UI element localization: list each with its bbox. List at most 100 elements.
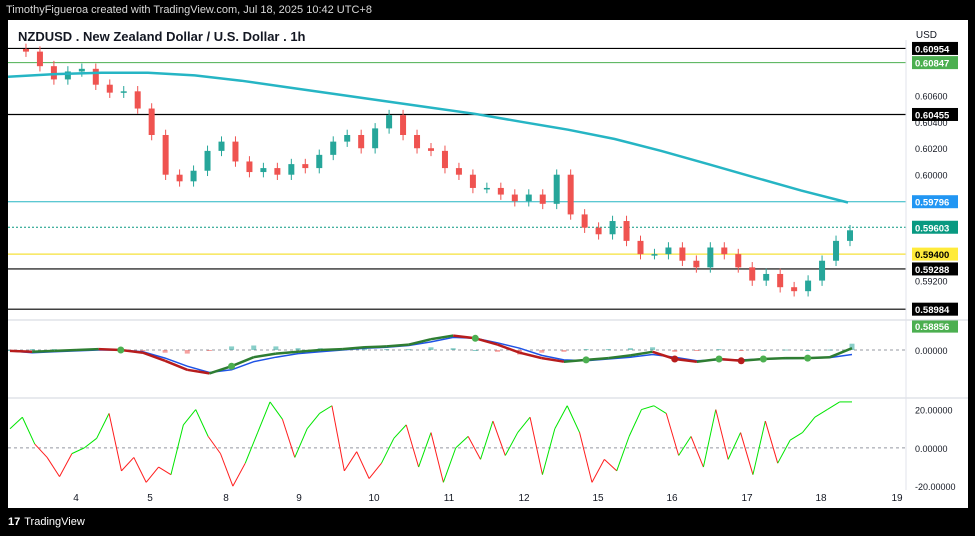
macd-line-segment bbox=[54, 348, 77, 353]
candle-body bbox=[497, 187, 504, 195]
price-label-text: 0.60954 bbox=[915, 44, 950, 55]
candle-body bbox=[637, 240, 644, 255]
candle-body bbox=[36, 51, 43, 67]
candle-body bbox=[553, 174, 560, 204]
macd-histogram-bar bbox=[650, 347, 656, 350]
candle-body bbox=[120, 91, 127, 93]
oscillator-tick-label: -20.00000 bbox=[915, 482, 956, 492]
oscillator-line-segment bbox=[356, 451, 370, 479]
price-label-text: 0.60455 bbox=[915, 110, 950, 121]
macd-crossover-dot bbox=[715, 355, 723, 363]
macd-histogram-bar bbox=[450, 348, 456, 350]
oscillator-line-segment bbox=[306, 413, 320, 430]
oscillator-line-segment bbox=[665, 413, 680, 456]
candle-body bbox=[455, 168, 462, 175]
x-tick-label: 19 bbox=[891, 493, 903, 504]
macd-crossover-dot bbox=[582, 356, 590, 364]
macd-signal-line bbox=[9, 336, 853, 374]
oscillator-line-segment bbox=[814, 409, 828, 418]
macd-line-segment bbox=[76, 347, 99, 352]
oscillator-line-segment bbox=[381, 438, 395, 464]
oscillator-line-segment bbox=[653, 405, 667, 414]
oscillator-line-segment bbox=[232, 462, 246, 487]
candle-body bbox=[749, 267, 756, 281]
price-label-text: 0.59400 bbox=[915, 250, 949, 261]
tradingview-logo[interactable]: 17 TradingView bbox=[8, 516, 85, 528]
oscillator-line-segment bbox=[628, 409, 642, 437]
price-label-text: 0.60847 bbox=[915, 59, 949, 70]
candle-body bbox=[218, 141, 225, 151]
candle-body bbox=[414, 135, 421, 149]
oscillator-line-segment bbox=[702, 409, 717, 468]
oscillator-line-segment bbox=[34, 443, 48, 458]
oscillator-line-segment bbox=[504, 432, 519, 456]
moving-average-line bbox=[8, 71, 849, 204]
macd-histogram-bar bbox=[805, 350, 811, 351]
oscillator-line-segment bbox=[480, 420, 494, 460]
macd-line-segment bbox=[32, 349, 55, 354]
price-label-text: 0.58856 bbox=[915, 322, 949, 333]
x-tick-label: 16 bbox=[666, 493, 678, 504]
oscillator-line-segment bbox=[294, 428, 308, 458]
oscillator-line-segment bbox=[715, 409, 729, 460]
price-label-text: 0.59796 bbox=[915, 198, 949, 209]
candle-body bbox=[372, 128, 379, 149]
oscillator-line-segment bbox=[430, 432, 444, 483]
candle-body bbox=[232, 141, 239, 162]
chart-svg: 0.606000.604000.602000.600000.592000.609… bbox=[8, 40, 968, 504]
macd-histogram-bar bbox=[583, 349, 589, 351]
candle-body bbox=[386, 115, 393, 129]
candle-body bbox=[344, 135, 351, 142]
macd-line-segment bbox=[320, 347, 343, 352]
chart-area[interactable]: NZDUSD . New Zealand Dollar / U.S. Dolla… bbox=[8, 20, 968, 508]
macd-histogram-bar bbox=[29, 349, 35, 351]
oscillator-line-segment bbox=[269, 401, 283, 420]
candle-body bbox=[176, 174, 183, 182]
candle-body bbox=[246, 161, 253, 173]
candle-body bbox=[609, 221, 616, 235]
candle-body bbox=[791, 287, 798, 292]
macd-histogram-bar bbox=[162, 350, 168, 353]
oscillator-line-segment bbox=[777, 439, 791, 464]
oscillator-line-segment bbox=[195, 409, 209, 437]
oscillator-line-segment bbox=[604, 458, 618, 472]
oscillator-line-segment bbox=[802, 416, 816, 433]
x-tick-label: 17 bbox=[741, 493, 753, 504]
oscillator-line-segment bbox=[96, 413, 110, 439]
oscillator-line-segment bbox=[133, 457, 147, 483]
candle-body bbox=[665, 247, 672, 255]
x-tick-label: 18 bbox=[815, 493, 827, 504]
macd-histogram-bar bbox=[251, 345, 257, 350]
macd-crossover-dot bbox=[228, 362, 236, 370]
macd-histogram-bar bbox=[605, 349, 611, 351]
macd-histogram-bar bbox=[472, 350, 478, 351]
macd-histogram-bar bbox=[694, 350, 700, 351]
macd-histogram-bar bbox=[140, 350, 146, 351]
macd-line-segment bbox=[519, 351, 543, 360]
candle-body bbox=[721, 247, 728, 255]
macd-histogram-bar bbox=[384, 349, 390, 351]
candle-body bbox=[106, 84, 113, 93]
macd-histogram-bar bbox=[184, 350, 190, 354]
candle-body bbox=[288, 164, 295, 175]
macd-histogram-bar bbox=[738, 350, 744, 351]
macd-histogram-bar bbox=[206, 350, 212, 351]
macd-line-segment bbox=[275, 350, 299, 355]
price-label-text: 0.58984 bbox=[915, 305, 950, 316]
candle-body bbox=[763, 273, 770, 281]
candle-body bbox=[78, 68, 85, 72]
oscillator-line-segment bbox=[554, 405, 568, 429]
macd-histogram-bar bbox=[295, 348, 301, 350]
price-label-text: 0.59288 bbox=[915, 265, 949, 276]
candle-body bbox=[162, 135, 169, 175]
macd-crossover-dot bbox=[759, 355, 767, 363]
candle-body bbox=[134, 91, 141, 109]
y-tick-label: 0.60000 bbox=[915, 171, 948, 181]
macd-line-segment bbox=[187, 368, 210, 375]
oscillator-line-segment bbox=[207, 436, 221, 454]
candle-body bbox=[595, 227, 602, 235]
oscillator-line-segment bbox=[405, 424, 420, 468]
oscillator-line-segment bbox=[529, 417, 543, 475]
oscillator-line-segment bbox=[108, 413, 122, 471]
x-tick-label: 12 bbox=[518, 493, 530, 504]
